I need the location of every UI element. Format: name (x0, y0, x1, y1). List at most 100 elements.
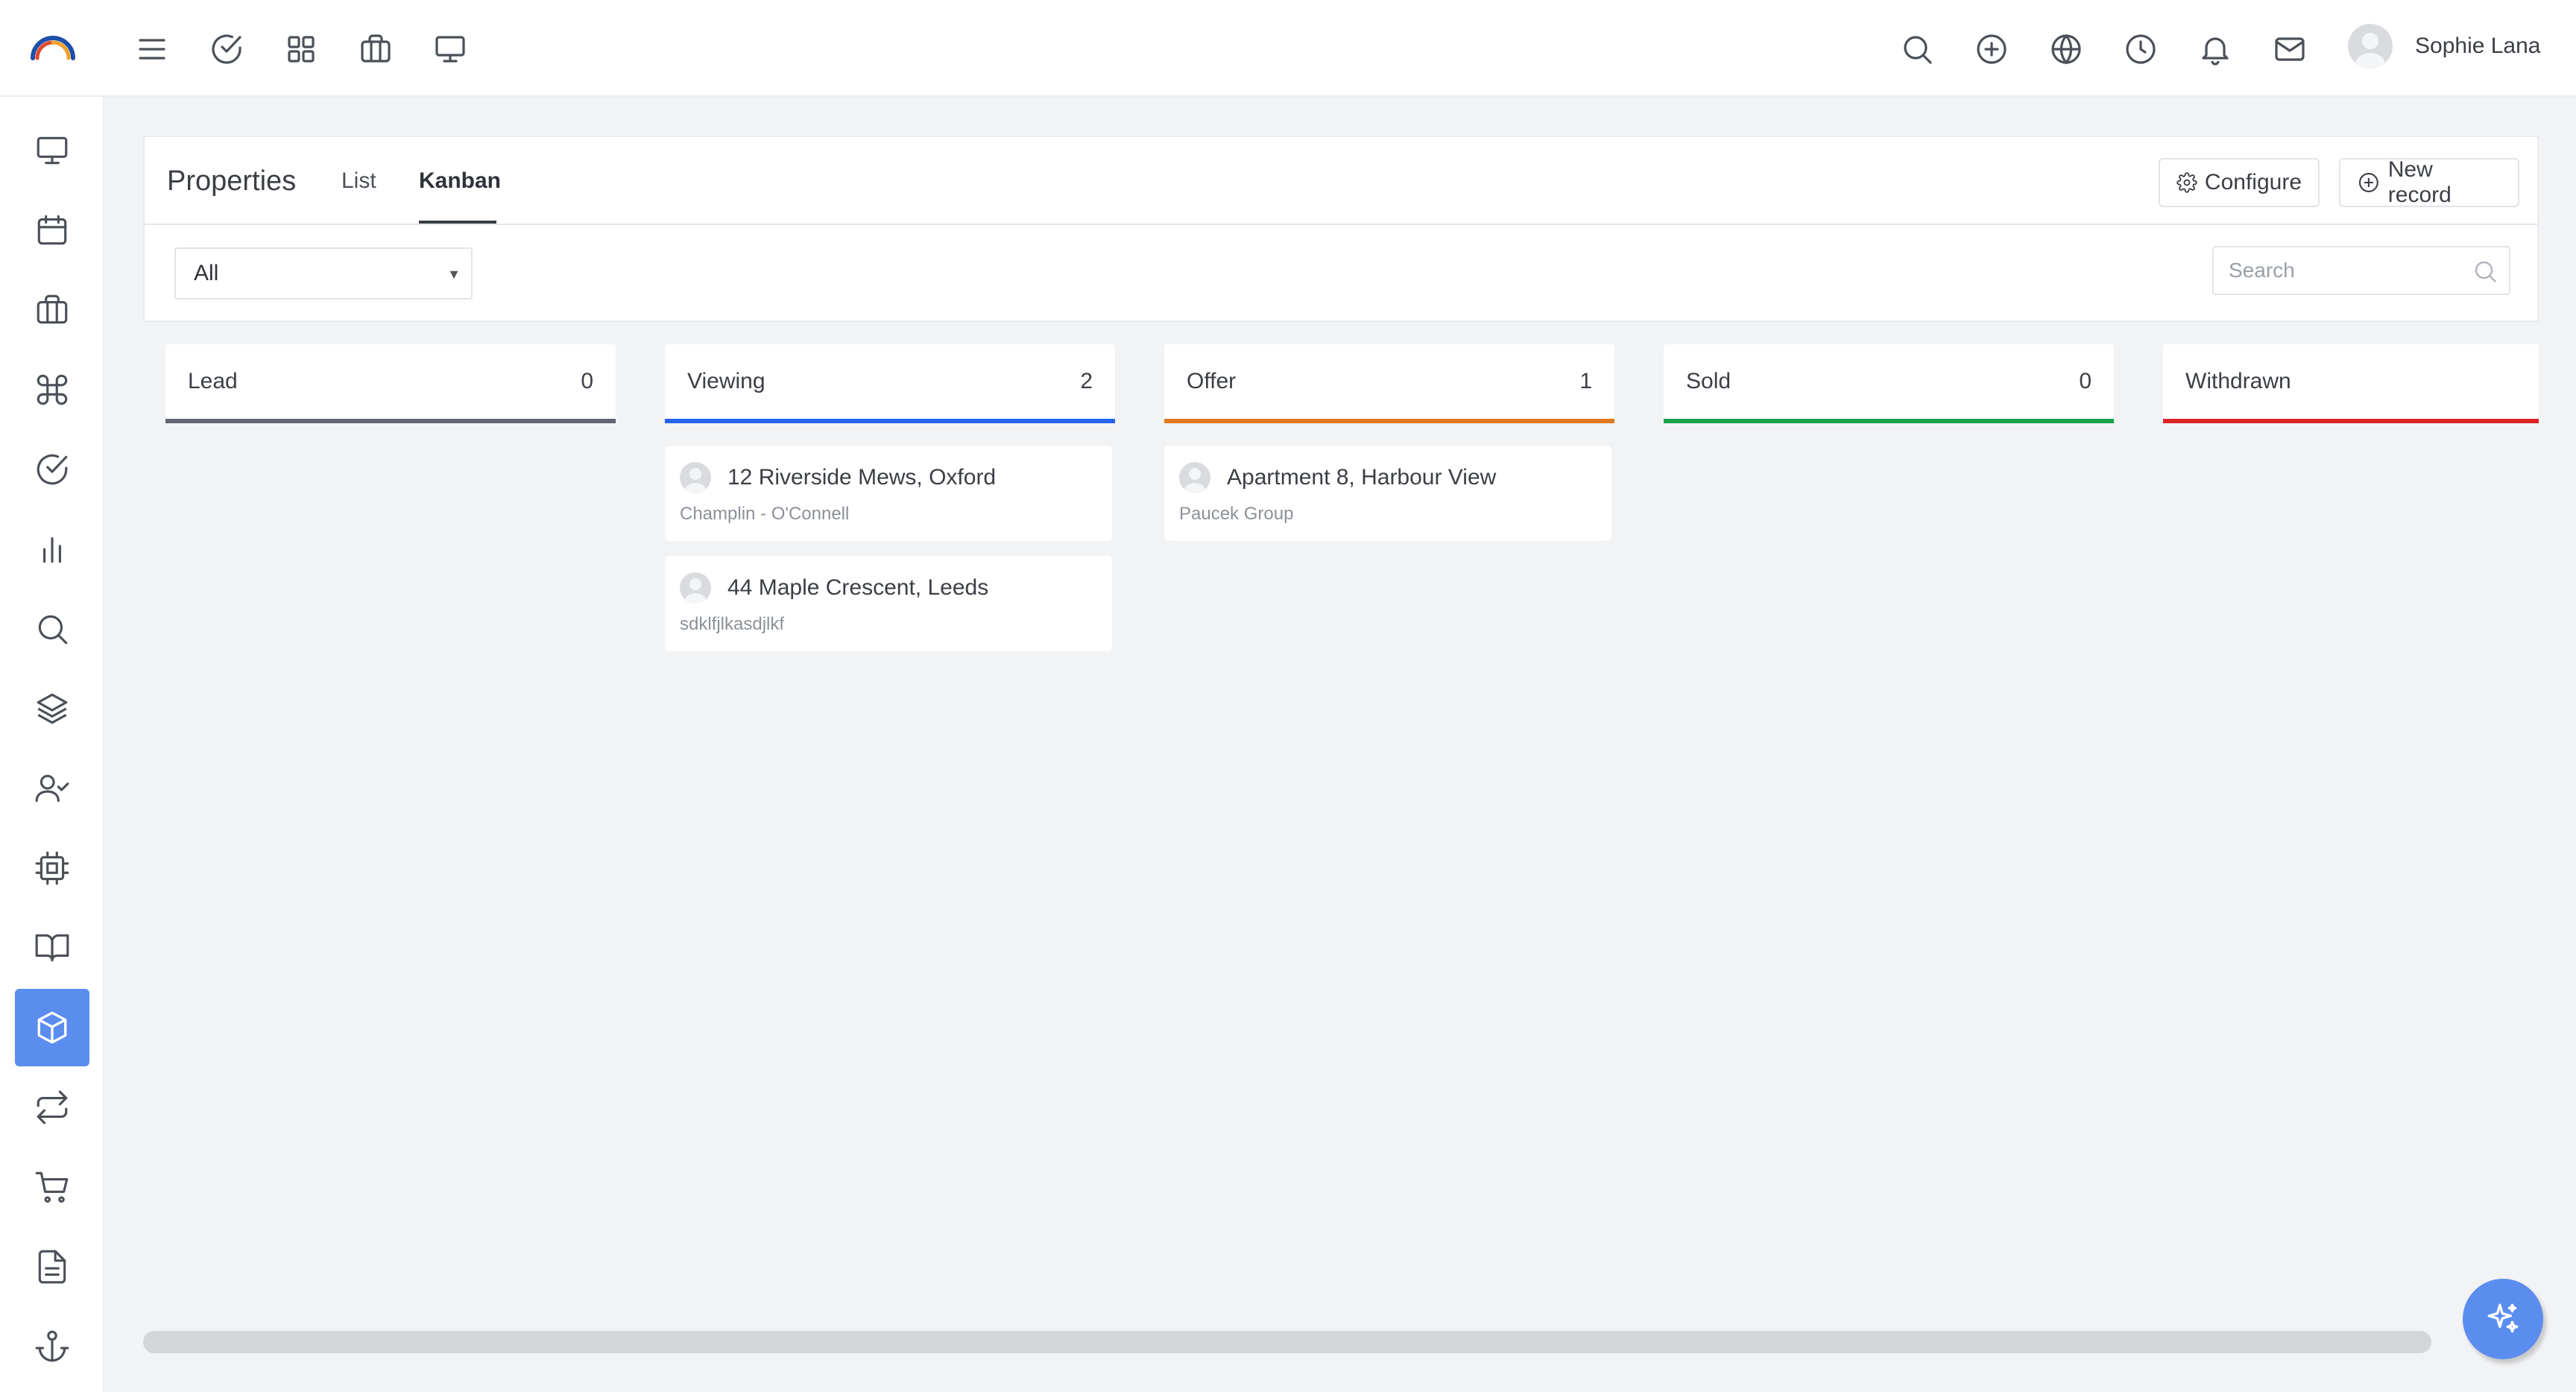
bar-chart-icon (43, 537, 61, 563)
command-icon (37, 374, 68, 405)
tab-kanban[interactable]: Kanban (419, 168, 501, 194)
column-header[interactable]: Offer 1 (1164, 344, 1614, 423)
column-title: Offer (1187, 369, 1237, 393)
filter-select[interactable]: All ▼ (174, 247, 473, 300)
column-count: 1 (1579, 369, 1592, 393)
sidebar-item-users[interactable] (15, 750, 89, 827)
bell-icon[interactable] (2197, 31, 2233, 67)
page-header: Properties List Kanban Configure New rec… (143, 136, 2539, 225)
user-name: Sophie Lana (2415, 34, 2541, 58)
column-count: 0 (581, 369, 593, 393)
sidebar-item-anchor[interactable] (15, 1308, 89, 1385)
user-menu[interactable]: Sophie Lana (2348, 24, 2541, 69)
column-header[interactable]: Viewing 2 (665, 344, 1115, 423)
clock-icon[interactable] (2123, 31, 2159, 67)
sidebar-item-properties[interactable] (15, 989, 89, 1066)
column-header[interactable]: Sold 0 (1664, 344, 2114, 423)
menu-icon[interactable] (134, 31, 170, 67)
sidebar (0, 97, 104, 1392)
page-title: Properties (167, 165, 297, 197)
ai-assistant-button[interactable] (2463, 1279, 2543, 1359)
sidebar-item-cpu[interactable] (15, 829, 89, 907)
sidebar-item-command[interactable] (15, 351, 89, 428)
configure-label: Configure (2204, 170, 2302, 194)
layers-icon (37, 693, 68, 724)
active-tab-indicator (419, 221, 496, 224)
sidebar-item-shop[interactable] (15, 1148, 89, 1226)
column-header[interactable]: Withdrawn (2163, 344, 2539, 423)
avatar (1179, 462, 1210, 493)
new-record-button[interactable]: New record (2339, 157, 2519, 207)
sidebar-item-calendar[interactable] (15, 192, 89, 269)
main-panel: Properties List Kanban Configure New rec… (143, 136, 2539, 1358)
kanban-column-withdrawn: Withdrawn (2163, 344, 2539, 423)
box-icon (37, 1011, 67, 1044)
card-subtitle: sdklfjlkasdjlkf (680, 614, 785, 634)
user-check-icon (35, 774, 69, 803)
plus-circle-icon (2358, 173, 2378, 192)
sidebar-item-documents[interactable] (15, 1228, 89, 1306)
kanban-column-lead: Lead 0 (165, 344, 616, 423)
gear-icon (2176, 172, 2197, 193)
check-circle-icon[interactable] (209, 31, 244, 67)
search-icon[interactable] (1899, 31, 1935, 67)
briefcase-icon[interactable] (358, 31, 394, 67)
briefcase-icon (37, 294, 68, 324)
column-count: 0 (2079, 369, 2092, 393)
sidebar-item-sync[interactable] (15, 1069, 89, 1146)
kanban-card[interactable]: 12 Riverside Mews, Oxford Champlin - O'C… (665, 446, 1112, 541)
globe-icon[interactable] (2048, 31, 2084, 67)
filter-bar: All ▼ (143, 225, 2539, 322)
cpu-icon (35, 851, 69, 885)
sidebar-item-layers[interactable] (15, 670, 89, 747)
repeat-icon (37, 1090, 68, 1124)
calendar-icon (37, 215, 67, 245)
new-record-label: New record (2387, 157, 2452, 207)
top-bar: Sophie Lana (0, 0, 2576, 97)
cart-icon (35, 1171, 69, 1203)
avatar (680, 462, 711, 493)
tab-list[interactable]: List (341, 168, 376, 194)
card-title: 44 Maple Crescent, Leeds (727, 575, 989, 600)
mail-icon[interactable] (2272, 31, 2308, 67)
app-logo[interactable] (28, 28, 78, 77)
sidebar-item-monitor[interactable] (15, 112, 89, 189)
sidebar-item-tasks[interactable] (15, 431, 89, 508)
column-count: 2 (1080, 369, 1093, 393)
grid-icon[interactable] (283, 31, 319, 67)
kanban-column-offer: Offer 1 Apartment 8, Harbour View Paucek… (1164, 344, 1614, 541)
check-circle-icon (37, 454, 68, 485)
caret-down-icon: ▼ (447, 267, 461, 282)
card-title: Apartment 8, Harbour View (1227, 465, 1497, 490)
configure-button[interactable]: Configure (2159, 158, 2320, 207)
file-text-icon (38, 1250, 66, 1284)
sidebar-item-briefcase[interactable] (15, 271, 89, 349)
search-input[interactable] (2229, 259, 2467, 282)
sidebar-item-reports[interactable] (15, 510, 89, 588)
filter-selected-value: All (194, 261, 219, 285)
card-subtitle: Paucek Group (1179, 504, 1294, 524)
monitor-icon[interactable] (432, 31, 468, 67)
kanban-card[interactable]: 44 Maple Crescent, Leeds sdklfjlkasdjlkf (665, 556, 1112, 651)
column-title: Viewing (687, 369, 765, 393)
column-header[interactable]: Lead 0 (165, 344, 616, 423)
kanban-column-viewing: Viewing 2 12 Riverside Mews, Oxford Cham… (665, 344, 1115, 651)
sidebar-item-knowledge[interactable] (15, 909, 89, 987)
kanban-column-sold: Sold 0 (1664, 344, 2114, 423)
book-icon (35, 934, 69, 962)
column-title: Lead (188, 369, 238, 393)
kanban-board: Lead 0 Viewing 2 12 Riverside Mews, Oxfo… (165, 344, 2539, 1335)
search-icon (38, 615, 68, 645)
anchor-icon (35, 1330, 69, 1362)
kanban-card[interactable]: Apartment 8, Harbour View Paucek Group (1164, 446, 1611, 541)
horizontal-scrollbar[interactable] (143, 1331, 2431, 1353)
plus-circle-icon[interactable] (1974, 31, 2010, 67)
avatar (680, 572, 711, 604)
column-title: Sold (1686, 369, 1731, 393)
sidebar-item-search[interactable] (15, 590, 89, 668)
search-icon (2475, 261, 2496, 282)
card-title: 12 Riverside Mews, Oxford (727, 465, 997, 490)
monitor-icon (37, 136, 68, 165)
avatar (2348, 24, 2393, 69)
search-box[interactable] (2212, 246, 2510, 295)
